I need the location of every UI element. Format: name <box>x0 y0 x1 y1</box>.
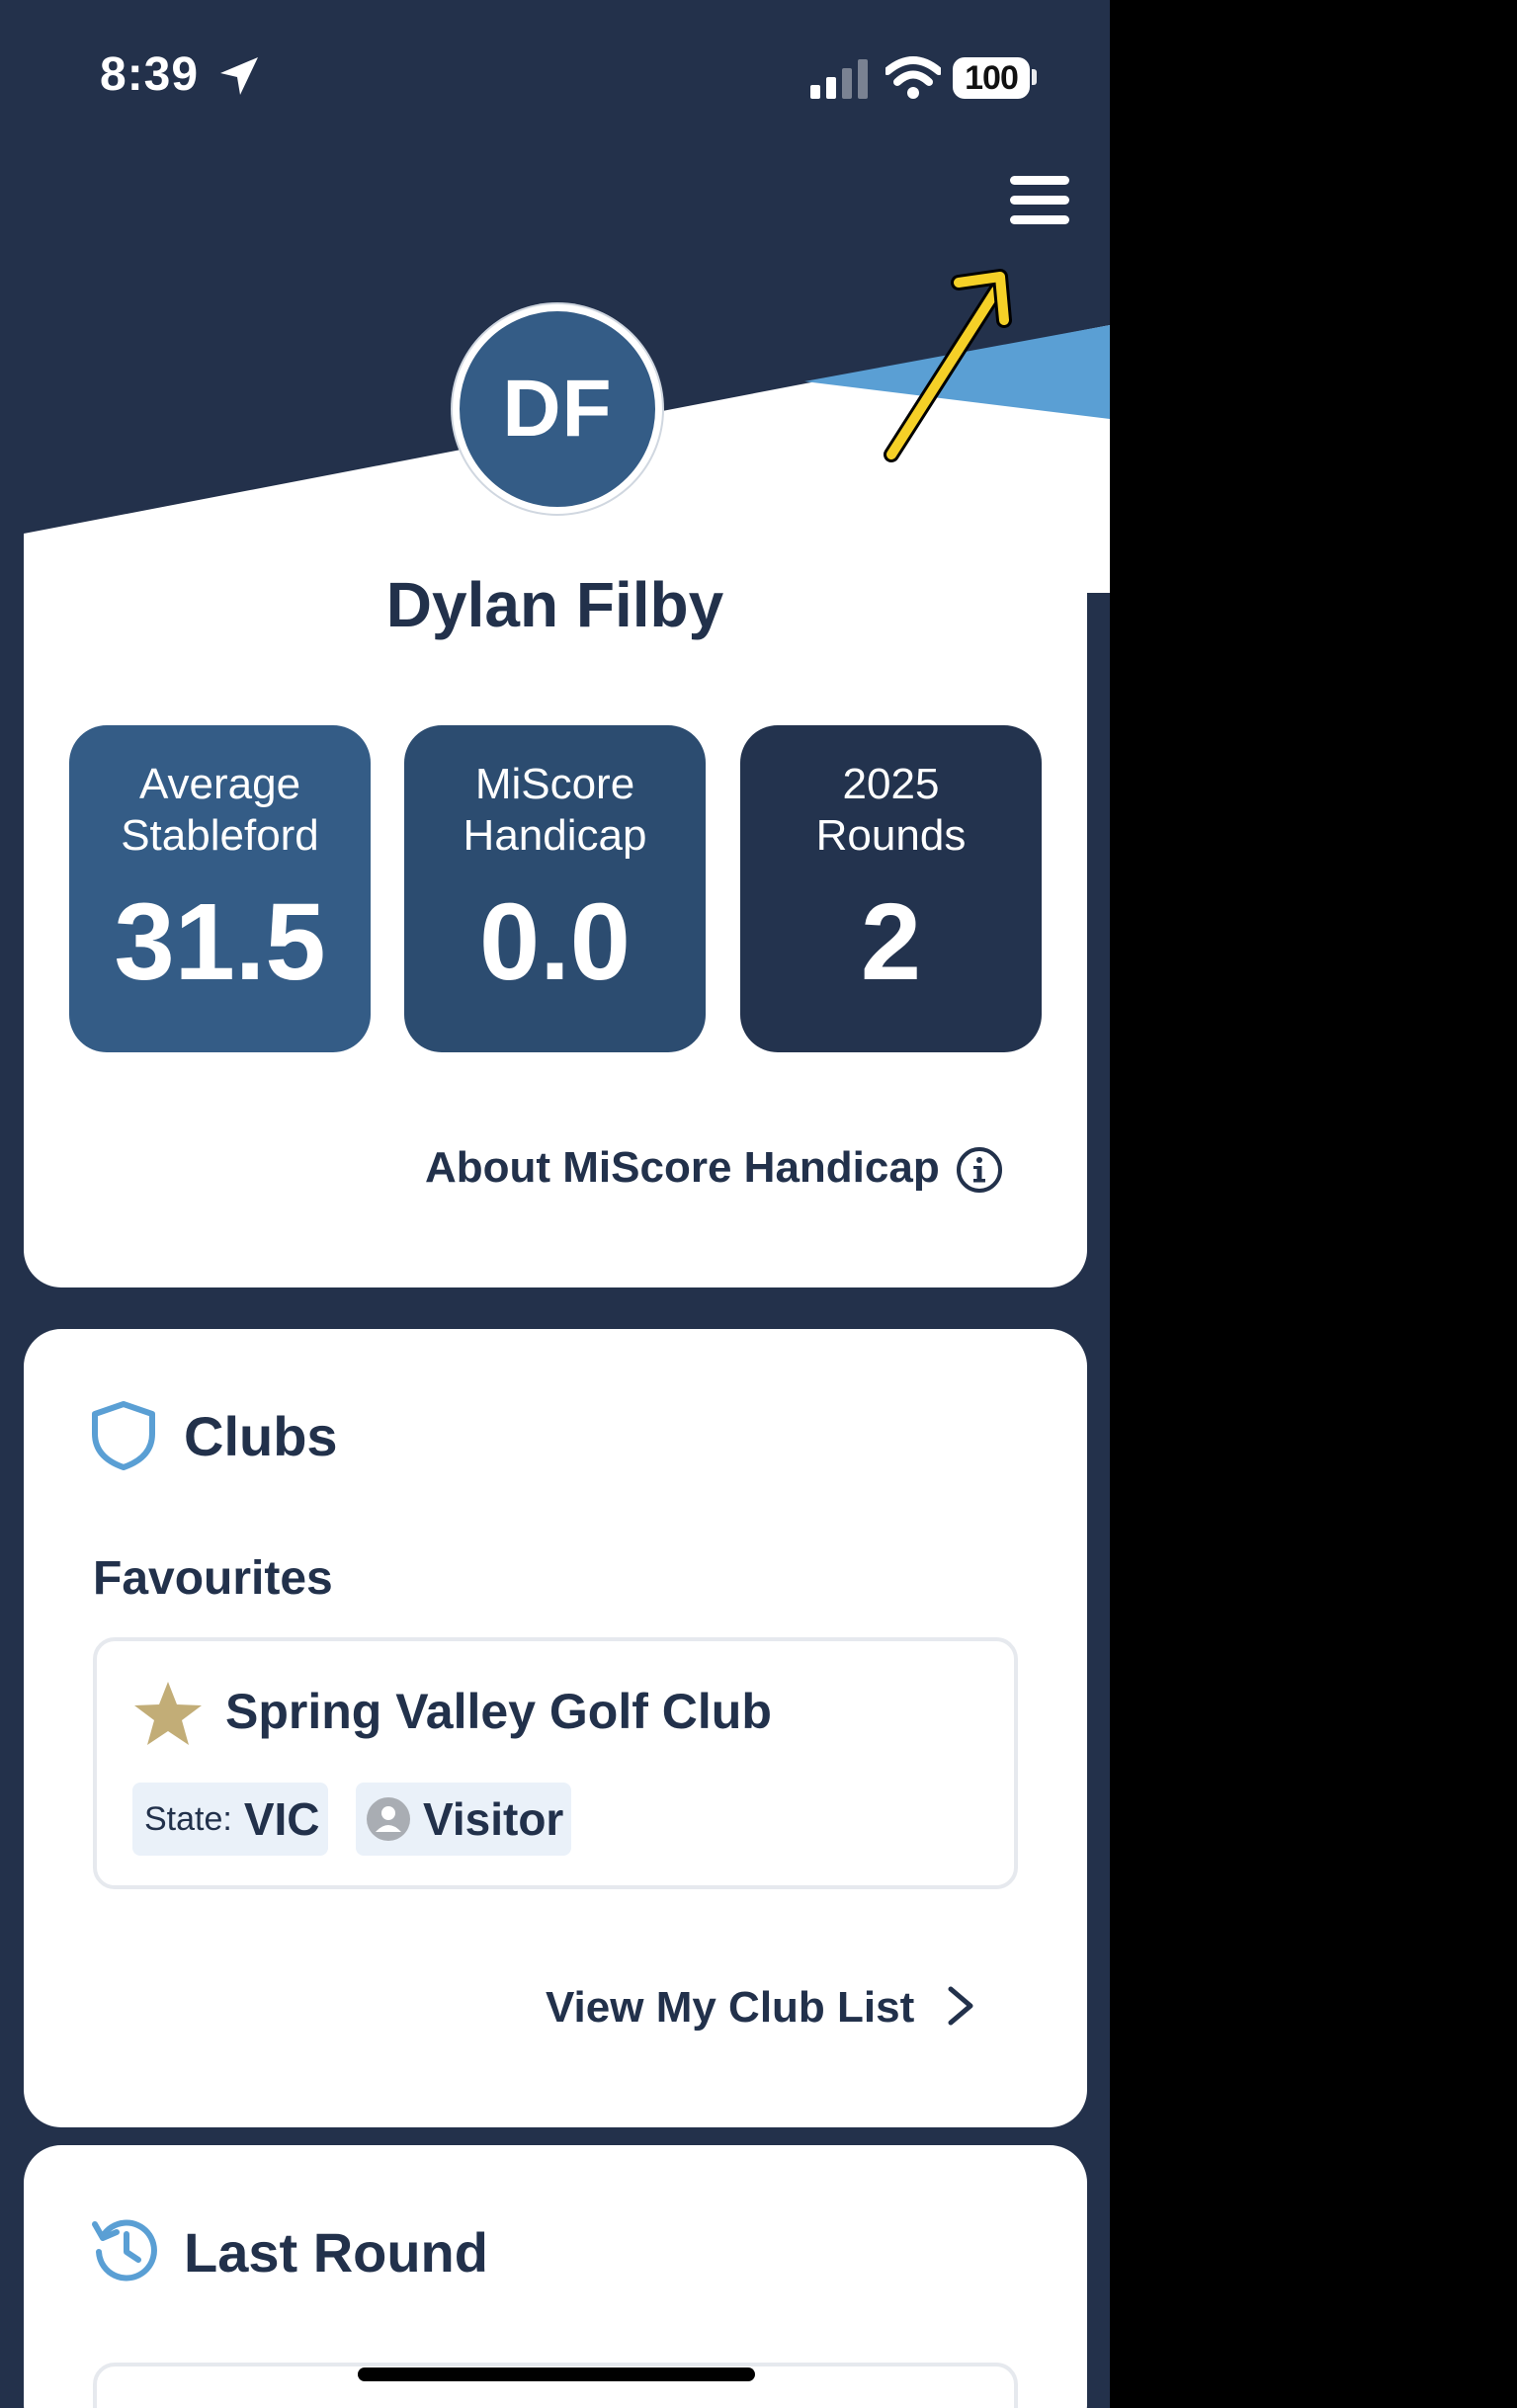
menu-bar <box>1010 196 1069 205</box>
stat-value: 2 <box>860 881 922 1003</box>
stat-label-line2: Stableford <box>121 811 319 860</box>
membership-label: Visitor <box>423 1793 564 1845</box>
stat-label-line1: 2025 <box>842 760 940 808</box>
stat-value: 0.0 <box>479 881 631 1003</box>
stat-label-line2: Rounds <box>815 811 967 860</box>
menu-button[interactable] <box>1006 168 1075 229</box>
clubs-card: Clubs Favourites Spring Valley Golf Club… <box>24 1329 1087 2127</box>
status-time: 8:39 <box>100 48 200 101</box>
state-value: VIC <box>243 1793 320 1845</box>
avatar: DF <box>453 304 662 514</box>
stat-average-stableford: Average Stableford 31.5 <box>69 725 371 1052</box>
club-name: Spring Valley Golf Club <box>225 1684 772 1739</box>
menu-bar <box>1010 176 1069 185</box>
stat-label: 2025 Rounds <box>740 759 1042 862</box>
shield-icon <box>92 1401 155 1470</box>
stat-label: Average Stableford <box>69 759 371 862</box>
stat-label-line2: Handicap <box>463 811 647 860</box>
profile-name: Dylan Filby <box>385 569 724 640</box>
stat-rounds: 2025 Rounds 2 <box>740 725 1042 1052</box>
last-round-title: Last Round <box>184 2221 488 2283</box>
membership-chip: Visitor <box>356 1783 571 1856</box>
view-my-club-list-link[interactable]: View My Club List <box>546 1983 914 2033</box>
location-arrow-icon <box>220 57 258 95</box>
state-chip: State: VIC <box>132 1783 328 1856</box>
state-label: State: <box>144 1799 232 1838</box>
clubs-title: Clubs <box>184 1405 338 1467</box>
stat-label-line1: Average <box>138 760 301 808</box>
app-screen: 8:39 100 DF Dylan Filby Average Stablefo… <box>0 0 1110 2408</box>
stat-label-line1: MiScore <box>474 760 635 808</box>
menu-bar <box>1010 215 1069 224</box>
home-indicator[interactable] <box>358 2367 755 2381</box>
about-miscore-handicap-link[interactable]: About MiScore Handicap <box>425 1143 940 1193</box>
info-icon[interactable] <box>955 1145 1004 1195</box>
stat-miscore-handicap: MiScore Handicap 0.0 <box>404 725 706 1052</box>
annotation-arrow-icon <box>884 269 1012 462</box>
chevron-right-icon[interactable] <box>943 1981 978 2031</box>
stat-value: 31.5 <box>114 881 326 1003</box>
battery-icon: 100 <box>953 57 1030 99</box>
star-icon[interactable] <box>132 1679 204 1748</box>
favourites-label: Favourites <box>93 1552 333 1605</box>
person-icon <box>367 1797 410 1841</box>
favourite-club-item[interactable]: Spring Valley Golf Club State: VIC Visit… <box>93 1637 1018 1889</box>
wifi-icon <box>885 56 941 99</box>
stat-label: MiScore Handicap <box>404 759 706 862</box>
history-icon <box>92 2219 157 2282</box>
battery-tip <box>1032 69 1037 85</box>
cellular-signal-icon <box>810 59 868 99</box>
